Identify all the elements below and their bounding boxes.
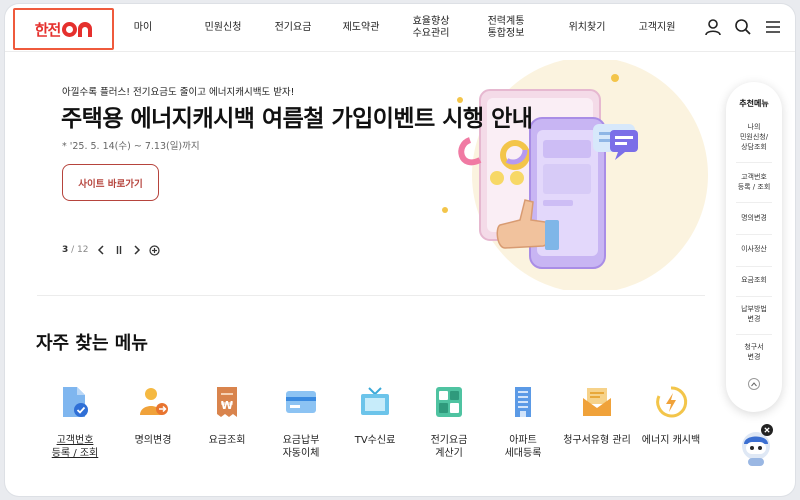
quick-divider xyxy=(736,334,772,335)
quick-item-bill-inquiry[interactable]: 요금조회 xyxy=(730,275,778,285)
frequent-menu-title: 자주 찾는 메뉴 xyxy=(36,333,148,354)
quick-divider xyxy=(736,266,772,267)
tv-icon xyxy=(355,382,395,422)
hero-illustration xyxy=(442,60,708,290)
menu-label: 청구서유형 관리 xyxy=(563,435,631,446)
card-icon xyxy=(281,382,321,422)
pause-icon[interactable] xyxy=(113,244,125,256)
on-logo-mark xyxy=(62,21,93,37)
pager-total: / 12 xyxy=(71,245,89,255)
menu-label: 에너지 캐시백 xyxy=(641,435,701,446)
logo-link[interactable]: 한전 xyxy=(13,8,114,50)
quick-divider xyxy=(736,296,772,297)
page-frame: 한전 마이 민원신청 전기요금 제도약관 효율향상 수요관리 전력계통 통합정보… xyxy=(5,4,795,496)
nav-grid-info[interactable]: 전력계통 통합정보 xyxy=(475,4,537,52)
user-icon[interactable] xyxy=(703,17,723,37)
pager-current: 3 xyxy=(62,245,69,255)
person-change-icon xyxy=(133,382,173,422)
menu-label: 요금납부 자동이체 xyxy=(282,435,320,459)
prev-arrow-icon[interactable] xyxy=(95,244,107,256)
quick-divider xyxy=(736,162,772,163)
apartment-icon xyxy=(503,382,543,422)
hero-subtitle: 아낄수록 플러스! 전기요금도 줄이고 에너지캐시백도 받자! xyxy=(62,87,295,98)
scroll-top-icon[interactable] xyxy=(748,378,760,390)
banner-pager: 3 / 12 xyxy=(62,244,161,256)
nav-civil-request[interactable]: 민원신청 xyxy=(193,4,253,52)
quick-item-my-request[interactable]: 나의 민원신청/ 상담조회 xyxy=(730,122,778,152)
quick-divider xyxy=(736,234,772,235)
menu-label: 전기요금 계산기 xyxy=(430,435,468,459)
chatbot-icon[interactable] xyxy=(736,422,780,470)
menu-icon[interactable] xyxy=(763,17,783,37)
menu-name-change[interactable]: 명의변경 xyxy=(115,382,191,447)
recommended-menu-title: 추천메뉴 xyxy=(739,99,769,108)
site-shortcut-button[interactable]: 사이트 바로가기 xyxy=(62,164,159,201)
menu-bill-calculator[interactable]: 전기요금 계산기 xyxy=(411,382,487,460)
quick-item-name-change[interactable]: 명의변경 xyxy=(730,213,778,223)
logo-text: 한전 xyxy=(34,20,62,39)
nav-my[interactable]: 마이 xyxy=(123,4,163,52)
calculator-icon xyxy=(429,382,469,422)
plus-circle-icon[interactable] xyxy=(149,244,161,256)
menu-tv-fee[interactable]: TV수신료 xyxy=(337,382,413,447)
recommended-menu-panel: 추천메뉴 나의 민원신청/ 상담조회 고객번호 등록 / 조회 명의변경 이사정… xyxy=(726,82,782,412)
hero-date: * '25. 5. 14(수) ~ 7.13(일)까지 xyxy=(62,141,200,152)
receipt-won-icon: ₩ xyxy=(207,382,247,422)
nav-customer-support[interactable]: 고객지원 xyxy=(627,4,687,52)
menu-auto-payment[interactable]: 요금납부 자동이체 xyxy=(263,382,339,460)
menu-customer-number[interactable]: 고객번호 등록 / 조회 xyxy=(37,382,113,460)
kepco-on-logo: 한전 xyxy=(35,19,93,40)
nav-location[interactable]: 위치찾기 xyxy=(557,4,617,52)
energy-cashback-icon xyxy=(651,382,691,422)
menu-energy-cashback[interactable]: 에너지 캐시백 xyxy=(633,382,709,447)
hero-title: 주택용 에너지캐시백 여름철 가입이벤트 시행 안내 xyxy=(61,106,533,132)
menu-label: 고객번호 등록 / 조회 xyxy=(51,435,99,459)
menu-invoice-type[interactable]: 청구서유형 관리 xyxy=(559,382,635,447)
menu-label: 아파트 세대등록 xyxy=(504,435,542,459)
envelope-icon xyxy=(577,382,617,422)
menu-label: TV수신료 xyxy=(354,435,396,446)
menu-label: 명의변경 xyxy=(134,435,172,446)
quick-item-move-settlement[interactable]: 이사정산 xyxy=(730,244,778,254)
svg-text:₩: ₩ xyxy=(221,399,233,412)
menu-bill-inquiry[interactable]: ₩ 요금조회 xyxy=(189,382,265,447)
section-divider xyxy=(37,295,705,296)
quick-item-payment-method[interactable]: 납부방법 변경 xyxy=(730,304,778,324)
nav-electricity-bill[interactable]: 전기요금 xyxy=(263,4,323,52)
quick-divider xyxy=(736,202,772,203)
nav-efficiency[interactable]: 효율향상 수요관리 xyxy=(401,4,461,52)
next-arrow-icon[interactable] xyxy=(131,244,143,256)
header: 한전 마이 민원신청 전기요금 제도약관 효율향상 수요관리 전력계통 통합정보… xyxy=(5,4,795,52)
quick-item-invoice-change[interactable]: 청구서 변경 xyxy=(730,342,778,362)
menu-label: 요금조회 xyxy=(208,435,246,446)
document-check-icon xyxy=(55,382,95,422)
quick-item-customer-number[interactable]: 고객번호 등록 / 조회 xyxy=(730,172,778,192)
search-icon[interactable] xyxy=(733,17,753,37)
nav-terms[interactable]: 제도약관 xyxy=(331,4,391,52)
menu-apartment-register[interactable]: 아파트 세대등록 xyxy=(485,382,561,460)
